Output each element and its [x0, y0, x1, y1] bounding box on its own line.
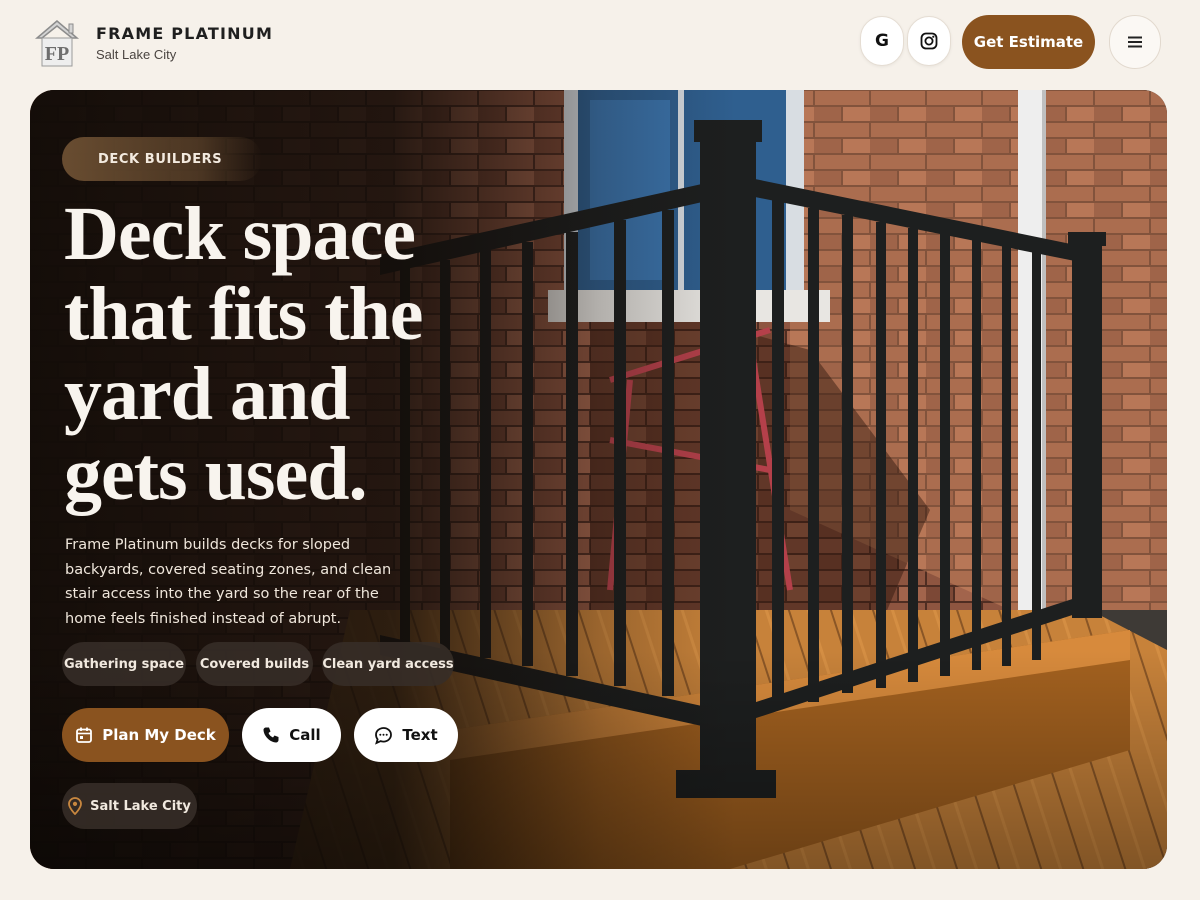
hamburger-icon [1128, 36, 1142, 48]
instagram-icon [920, 32, 938, 50]
feature-chip: Covered builds [196, 642, 313, 686]
text-button[interactable]: Text [354, 708, 458, 762]
brand[interactable]: FP FRAME PLATINUM Salt Lake City [34, 18, 273, 68]
location-badge: Salt Lake City [62, 783, 197, 829]
text-label: Text [402, 726, 438, 744]
plan-my-deck-label: Plan My Deck [102, 726, 216, 744]
call-label: Call [289, 726, 321, 744]
eyebrow-badge: DECK BUILDERS [62, 137, 262, 181]
house-logo-icon: FP [34, 20, 80, 67]
hero-description: Frame Platinum builds decks for sloped b… [65, 537, 392, 627]
menu-button[interactable] [1109, 15, 1161, 69]
hero-headline: Deck space that fits the yard and gets u… [64, 192, 424, 516]
chat-bubble-icon [375, 726, 393, 745]
phone-icon [263, 727, 279, 743]
logo-monogram: FP [45, 43, 69, 65]
map-pin-icon [68, 797, 83, 815]
feature-chip: Clean yard access [322, 642, 454, 686]
brand-name: FRAME PLATINUM [96, 24, 274, 43]
brand-city: Salt Lake City [96, 47, 177, 62]
get-estimate-button[interactable]: Get Estimate [962, 15, 1095, 69]
site-header: FP FRAME PLATINUM Salt Lake City G Get E… [0, 0, 1200, 88]
calendar-icon [76, 727, 93, 743]
instagram-button[interactable] [907, 16, 951, 66]
feature-chip: Gathering space [62, 642, 186, 686]
location-label: Salt Lake City [90, 798, 191, 814]
call-button[interactable]: Call [242, 708, 341, 762]
plan-my-deck-button[interactable]: Plan My Deck [62, 708, 229, 762]
google-icon: G [875, 31, 889, 51]
hero-section: DECK BUILDERS Deck space that fits the y… [30, 90, 1167, 869]
google-button[interactable]: G [860, 16, 904, 66]
